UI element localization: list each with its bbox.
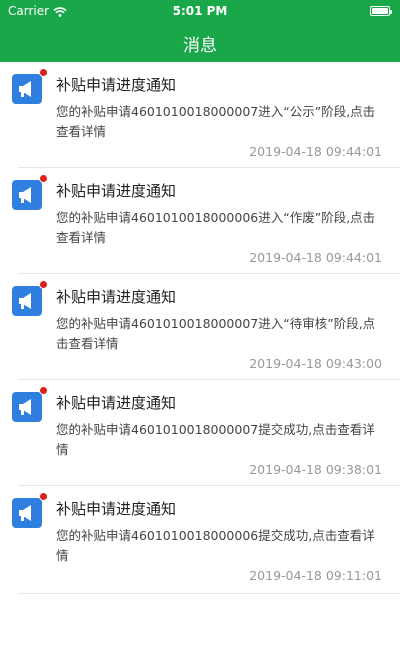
message-time: 2019-04-18 09:11:01 xyxy=(249,568,382,583)
message-body: 您的补贴申请4601010018000006进入“作废”阶段,点击查看详情 xyxy=(56,210,376,245)
megaphone-icon xyxy=(12,180,42,210)
message-time: 2019-04-18 09:44:01 xyxy=(249,144,382,159)
message-body: 您的补贴申请4601010018000006提交成功,点击查看详情 xyxy=(56,528,375,563)
message-item[interactable]: 补贴申请进度通知 您的补贴申请4601010018000007进入“待审核”阶段… xyxy=(12,274,400,380)
message-time: 2019-04-18 09:43:00 xyxy=(249,356,382,371)
message-item[interactable]: 补贴申请进度通知 您的补贴申请4601010018000006进入“作废”阶段,… xyxy=(12,168,400,274)
message-item[interactable]: 补贴申请进度通知 您的补贴申请4601010018000006提交成功,点击查看… xyxy=(12,486,400,594)
status-time: 5:01 PM xyxy=(172,4,228,18)
page-title: 消息 xyxy=(183,36,217,56)
message-title: 补贴申请进度通知 xyxy=(56,500,177,518)
status-bar: Carrier 5:01 PM xyxy=(0,0,400,22)
megaphone-icon xyxy=(12,286,42,316)
message-title: 补贴申请进度通知 xyxy=(56,288,177,306)
megaphone-icon xyxy=(12,74,42,104)
megaphone-icon xyxy=(12,498,42,528)
message-time: 2019-04-18 09:38:01 xyxy=(249,462,382,477)
message-body: 您的补贴申请4601010018000007提交成功,点击查看详情 xyxy=(56,422,375,457)
message-body: 您的补贴申请4601010018000007进入“公示”阶段,点击查看详情 xyxy=(56,104,376,139)
message-list: 补贴申请进度通知 您的补贴申请4601010018000007进入“公示”阶段,… xyxy=(0,62,400,594)
message-title: 补贴申请进度通知 xyxy=(56,182,177,200)
megaphone-icon xyxy=(12,392,42,422)
message-body: 您的补贴申请4601010018000007进入“待审核”阶段,点击查看详情 xyxy=(56,316,376,351)
unread-dot xyxy=(39,492,48,501)
message-item[interactable]: 补贴申请进度通知 您的补贴申请4601010018000007进入“公示”阶段,… xyxy=(12,62,400,168)
message-title: 补贴申请进度通知 xyxy=(56,394,177,412)
message-time: 2019-04-18 09:44:01 xyxy=(249,250,382,265)
unread-dot xyxy=(39,280,48,289)
unread-dot xyxy=(39,68,48,77)
app-header: Carrier 5:01 PM 消息 xyxy=(0,0,400,62)
unread-dot xyxy=(39,174,48,183)
unread-dot xyxy=(39,386,48,395)
message-title: 补贴申请进度通知 xyxy=(56,76,177,94)
battery-icon xyxy=(370,6,392,16)
message-item[interactable]: 补贴申请进度通知 您的补贴申请4601010018000007提交成功,点击查看… xyxy=(12,380,400,486)
